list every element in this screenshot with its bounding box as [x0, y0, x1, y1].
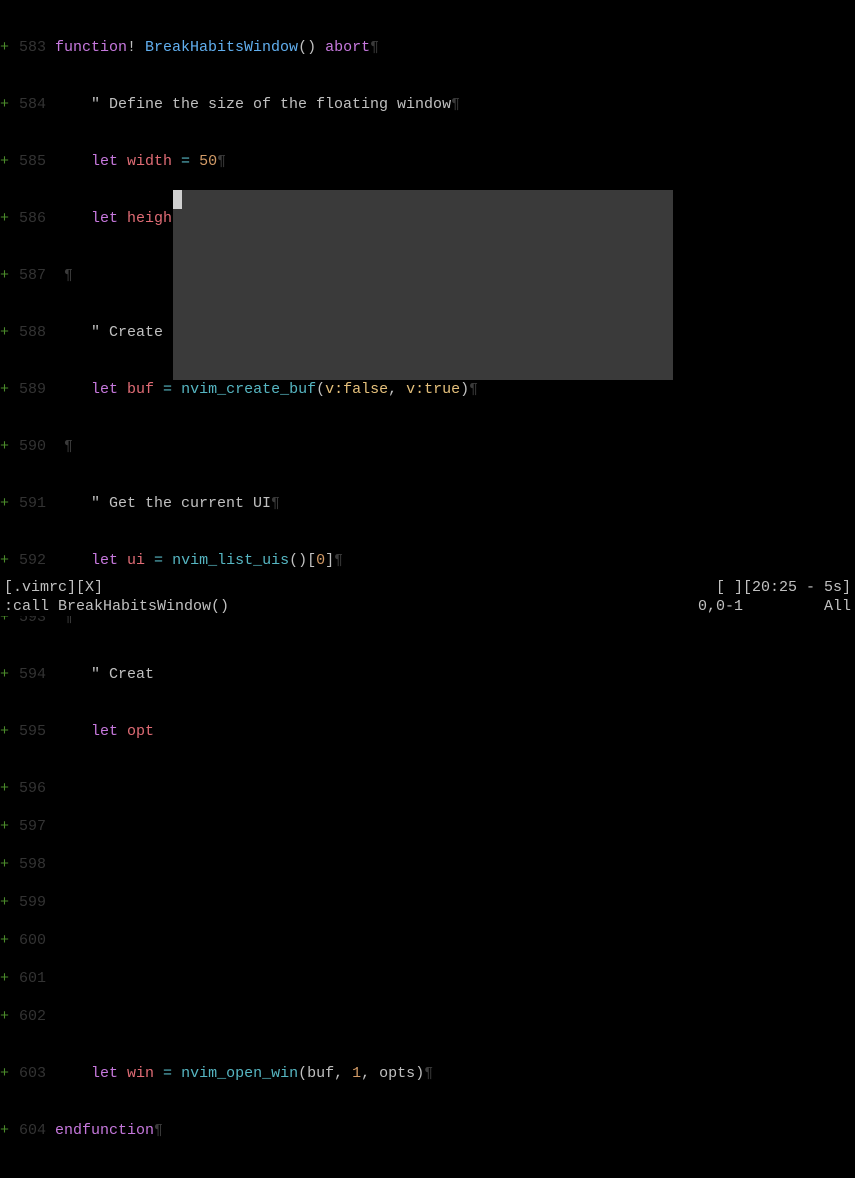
code-line: +604endfunction¶ — [0, 1121, 855, 1140]
comment: " Define the size of the floating window — [55, 95, 451, 114]
keyword-endfunction: endfunction — [55, 1121, 154, 1140]
code-line: +598 — [0, 855, 855, 874]
ruler: 0,0-1 All — [698, 597, 851, 616]
code-line: +595 let opt — [0, 722, 855, 741]
eol-marker: ¶ — [370, 38, 379, 57]
status-filename: [.vimrc][X] — [4, 578, 103, 597]
code-line: +603 let win = nvim_open_win(buf, 1, opt… — [0, 1064, 855, 1083]
code-line: +590 ¶ — [0, 437, 855, 456]
code-line: +592 let ui = nvim_list_uis()[0]¶ — [0, 551, 855, 570]
code-line: +599 — [0, 893, 855, 912]
keyword-function: function — [55, 38, 127, 57]
floating-window[interactable] — [173, 190, 673, 380]
code-line: +597 — [0, 817, 855, 836]
diff-sign: + — [0, 38, 10, 57]
code-line: +594 " Creat — [0, 665, 855, 684]
cursor — [173, 190, 182, 209]
code-line: +600 — [0, 931, 855, 950]
code-line: +584 " Define the size of the floating w… — [0, 95, 855, 114]
code-line: +601 — [0, 969, 855, 988]
command-line[interactable]: :call BreakHabitsWindow() 0,0-1 All — [0, 597, 855, 616]
command-text: :call BreakHabitsWindow() — [4, 597, 229, 616]
code-line: +585 let width = 50¶ — [0, 152, 855, 171]
function-call: nvim_create_buf — [181, 380, 316, 399]
keyword-let: let — [91, 152, 118, 171]
code-line: +596 — [0, 779, 855, 798]
function-name: BreakHabitsWindow — [136, 38, 298, 57]
number: 50 — [199, 152, 217, 171]
code-line: +602 — [0, 1007, 855, 1026]
code-line: +589 let buf = nvim_create_buf(v:false, … — [0, 380, 855, 399]
status-line: [.vimrc][X] [ ][20:25 - 5s] — [0, 578, 855, 597]
code-line: +583function! BreakHabitsWindow() abort¶ — [0, 38, 855, 57]
variable: width — [118, 152, 172, 171]
line-number: 583 — [10, 38, 46, 57]
code-line: +591 " Get the current UI¶ — [0, 494, 855, 513]
status-clock: [ ][20:25 - 5s] — [716, 578, 851, 597]
